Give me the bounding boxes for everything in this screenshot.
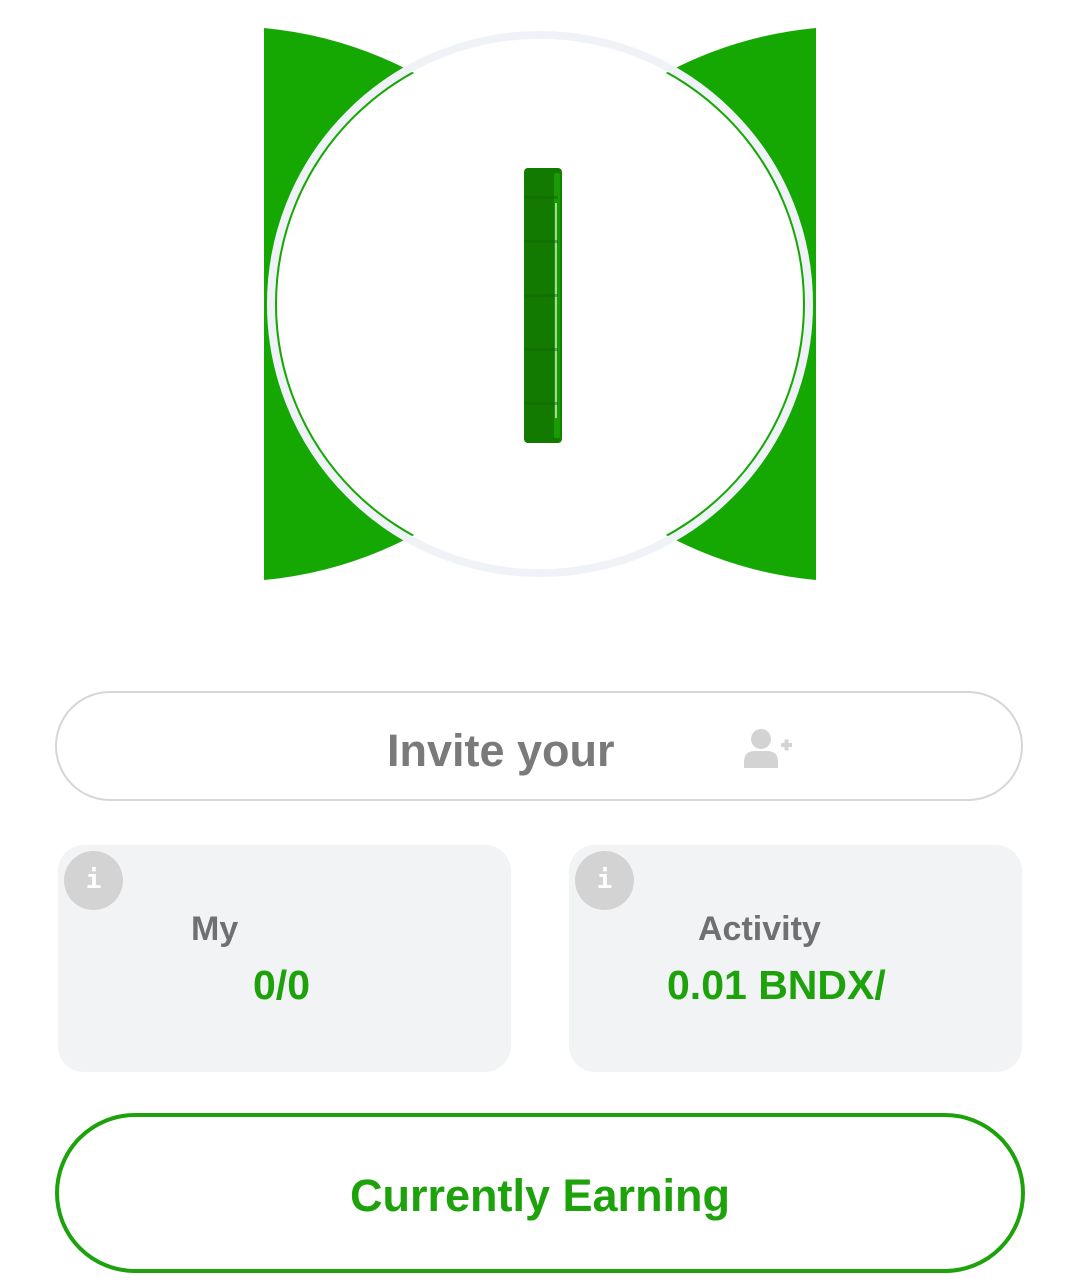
hero-graphic — [264, 28, 816, 580]
info-icon[interactable]: i — [64, 851, 123, 910]
currently-earning-button[interactable]: Currently Earning — [55, 1113, 1025, 1273]
invite-button[interactable]: Invite your — [55, 691, 1023, 801]
spinning-coin-icon[interactable] — [524, 168, 562, 443]
mining-screen: Invite your i My 0/0 i Activity 0.01 BND… — [0, 0, 1080, 1288]
mining-hero — [264, 28, 816, 580]
info-icon[interactable]: i — [575, 851, 634, 910]
stat-label: Activity — [698, 910, 821, 948]
stat-card-activity: i Activity 0.01 BNDX/ — [569, 845, 1022, 1072]
stat-label: My — [191, 910, 239, 948]
stat-value: 0/0 — [253, 962, 310, 1008]
invite-label: Invite your — [387, 725, 615, 776]
stat-card-my: i My 0/0 — [58, 845, 511, 1072]
earning-label: Currently Earning — [349, 1170, 731, 1221]
stat-value: 0.01 BNDX/ — [667, 962, 886, 1008]
add-user-icon — [744, 729, 792, 768]
